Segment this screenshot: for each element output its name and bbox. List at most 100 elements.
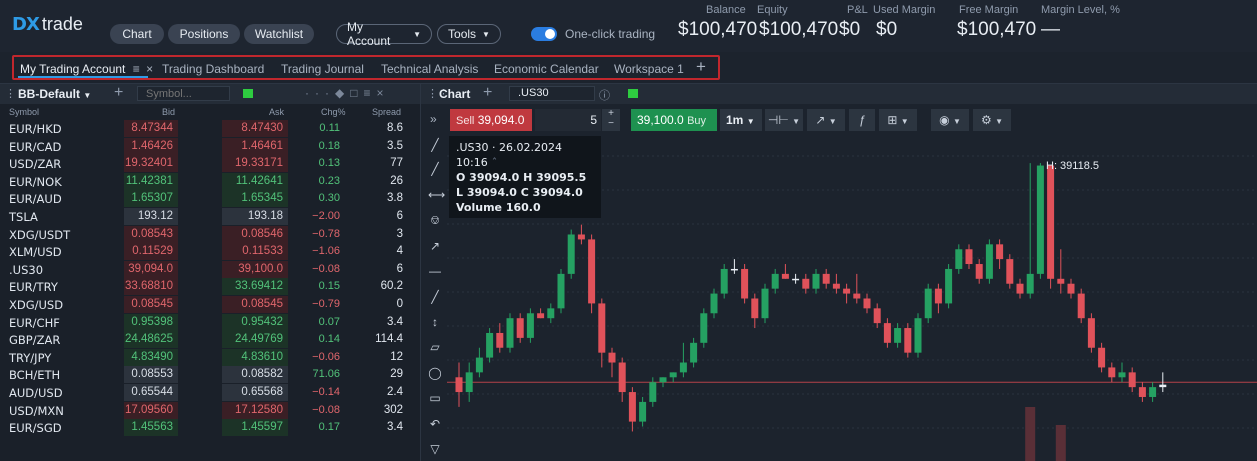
row-bid[interactable]: 193.12: [124, 208, 178, 225]
row-bid[interactable]: 0.11529: [124, 243, 178, 261]
positions-nav-button[interactable]: Positions: [168, 24, 240, 44]
row-ask[interactable]: 0.08582: [222, 366, 288, 384]
one-click-trading-toggle[interactable]: [531, 27, 557, 41]
row-bid[interactable]: 11.42381: [124, 172, 178, 190]
row-bid[interactable]: 1.46426: [124, 137, 178, 155]
row-bid[interactable]: 1.65307: [124, 190, 178, 208]
fibonacci-icon[interactable]: ⎊: [428, 213, 442, 227]
row-ask[interactable]: 24.49769: [222, 331, 288, 349]
row-bid[interactable]: 0.95398: [124, 313, 178, 331]
row-ask[interactable]: 0.11533: [222, 243, 288, 261]
chart-type-dropdown[interactable]: ⊣⊢ ▼: [765, 109, 803, 131]
table-row[interactable]: USD/MXN 17.09560 17.12580 −0.08 302: [0, 401, 420, 419]
more-icon[interactable]: ···: [305, 86, 335, 100]
arc-icon[interactable]: ↶: [428, 417, 442, 431]
ellipse-icon[interactable]: ◯: [428, 366, 442, 380]
table-row[interactable]: XLM/USD 0.11529 0.11533 −1.06 4: [0, 243, 420, 261]
column-header-symbol[interactable]: Symbol: [9, 107, 39, 117]
row-bid[interactable]: 0.08543: [124, 225, 178, 243]
symbol-search-input[interactable]: [137, 86, 230, 101]
row-bid[interactable]: 19.32401: [124, 155, 178, 173]
line-segment-icon[interactable]: ╱: [428, 290, 442, 304]
arrow-icon[interactable]: ↗: [428, 239, 442, 253]
tab-my-trading-account[interactable]: My Trading Account ≡ ×: [20, 62, 153, 76]
row-bid[interactable]: 4.83490: [124, 348, 178, 366]
sell-button[interactable]: Sell 39,094.0: [450, 109, 532, 131]
table-row[interactable]: EUR/SGD 1.45563 1.45597 0.17 3.4: [0, 419, 420, 437]
tab-trading-journal[interactable]: Trading Journal: [281, 62, 364, 76]
row-bid[interactable]: 17.09560: [124, 401, 178, 419]
link-color-indicator[interactable]: [243, 89, 253, 98]
chart-nav-button[interactable]: Chart: [110, 24, 164, 44]
row-bid[interactable]: 0.08553: [124, 366, 178, 384]
row-ask[interactable]: 0.95432: [222, 313, 288, 331]
screenshot-dropdown[interactable]: ◉ ▼: [931, 109, 969, 131]
table-row[interactable]: EUR/NOK 11.42381 11.42641 0.23 26: [0, 172, 420, 190]
row-bid[interactable]: 24.48625: [124, 331, 178, 349]
row-ask[interactable]: 193.18: [222, 208, 288, 225]
watchlist-nav-button[interactable]: Watchlist: [244, 24, 314, 44]
table-row[interactable]: EUR/HKD 8.47344 8.47430 0.11 8.6: [0, 120, 420, 137]
tab-trading-dashboard[interactable]: Trading Dashboard: [162, 62, 264, 76]
row-ask[interactable]: 33.69412: [222, 278, 288, 296]
row-ask[interactable]: 0.08545: [222, 296, 288, 313]
chevron-up-icon[interactable]: ˆ: [492, 156, 498, 169]
table-row[interactable]: BCH/ETH 0.08553 0.08582 71.06 29: [0, 366, 420, 384]
row-bid[interactable]: 1.45563: [124, 419, 178, 437]
tab-economic-calendar[interactable]: Economic Calendar: [494, 62, 599, 76]
info-icon[interactable]: ⓘ: [599, 87, 610, 103]
polyline-icon[interactable]: ▱: [428, 340, 442, 354]
quantity-input[interactable]: 5: [535, 109, 601, 131]
row-ask[interactable]: 8.47430: [222, 120, 288, 137]
row-ask[interactable]: 4.83610: [222, 348, 288, 366]
table-row[interactable]: XDG/USDT 0.08543 0.08546 −0.78 3: [0, 225, 420, 243]
watchlist-selector[interactable]: BB-Default ▼: [18, 87, 91, 101]
row-bid[interactable]: 39,094.0: [124, 260, 178, 278]
settings-dropdown[interactable]: ⚙ ▼: [973, 109, 1011, 131]
row-ask[interactable]: 17.12580: [222, 401, 288, 419]
visibility-icon[interactable]: ◆: [335, 86, 350, 100]
row-ask[interactable]: 1.65345: [222, 190, 288, 208]
my-account-dropdown[interactable]: My Account ▼: [336, 20, 432, 48]
timeframe-dropdown[interactable]: 1m ▼: [720, 109, 762, 131]
add-watchlist-icon[interactable]: +: [114, 84, 123, 102]
horizontal-ray-icon[interactable]: ⟷: [428, 188, 445, 202]
row-ask[interactable]: 39,100.0: [222, 260, 288, 278]
layout-icon[interactable]: □: [350, 86, 363, 100]
add-chart-icon[interactable]: +: [483, 84, 492, 102]
triangle-icon[interactable]: ▽: [428, 442, 442, 456]
close-icon[interactable]: ×: [377, 86, 390, 100]
layout-dropdown[interactable]: ⊞ ▼: [879, 109, 917, 131]
column-header-chg[interactable]: Chg%: [321, 107, 346, 117]
table-row[interactable]: EUR/AUD 1.65307 1.65345 0.30 3.8: [0, 190, 420, 208]
table-row[interactable]: .US30 39,094.0 39,100.0 −0.08 6: [0, 260, 420, 278]
row-ask[interactable]: 19.33171: [222, 155, 288, 173]
vertical-line-icon[interactable]: ↕: [428, 315, 442, 329]
table-row[interactable]: EUR/TRY 33.68810 33.69412 0.15 60.2: [0, 278, 420, 296]
row-ask[interactable]: 0.65568: [222, 384, 288, 401]
menu-icon[interactable]: ≡: [363, 86, 376, 100]
row-ask[interactable]: 11.42641: [222, 172, 288, 190]
buy-button[interactable]: 39,100.0 Buy: [631, 109, 717, 131]
menu-icon[interactable]: ≡: [133, 62, 140, 76]
table-row[interactable]: AUD/USD 0.65544 0.65568 −0.14 2.4: [0, 384, 420, 401]
decrement-icon[interactable]: −: [602, 119, 620, 129]
column-header-ask[interactable]: Ask: [269, 107, 284, 117]
drawing-tools-dropdown[interactable]: ↗ ▼: [807, 109, 845, 131]
chart-symbol-input[interactable]: .US30: [509, 86, 595, 101]
row-ask[interactable]: 1.46461: [222, 137, 288, 155]
tab-workspace-1[interactable]: Workspace 1: [614, 62, 684, 76]
link-color-indicator[interactable]: [628, 89, 638, 98]
row-ask[interactable]: 1.45597: [222, 419, 288, 437]
table-row[interactable]: TRY/JPY 4.83490 4.83610 −0.06 12: [0, 348, 420, 366]
row-ask[interactable]: 0.08546: [222, 225, 288, 243]
row-bid[interactable]: 8.47344: [124, 120, 178, 137]
column-header-bid[interactable]: Bid: [162, 107, 175, 117]
column-header-spread[interactable]: Spread: [372, 107, 401, 117]
quantity-stepper[interactable]: + −: [602, 109, 620, 131]
tools-dropdown[interactable]: Tools ▼: [437, 24, 501, 44]
table-row[interactable]: USD/ZAR 19.32401 19.33171 0.13 77: [0, 155, 420, 173]
close-icon[interactable]: ×: [146, 62, 153, 76]
ray-icon[interactable]: ╱: [428, 162, 442, 176]
horizontal-line-icon[interactable]: —: [428, 264, 442, 278]
